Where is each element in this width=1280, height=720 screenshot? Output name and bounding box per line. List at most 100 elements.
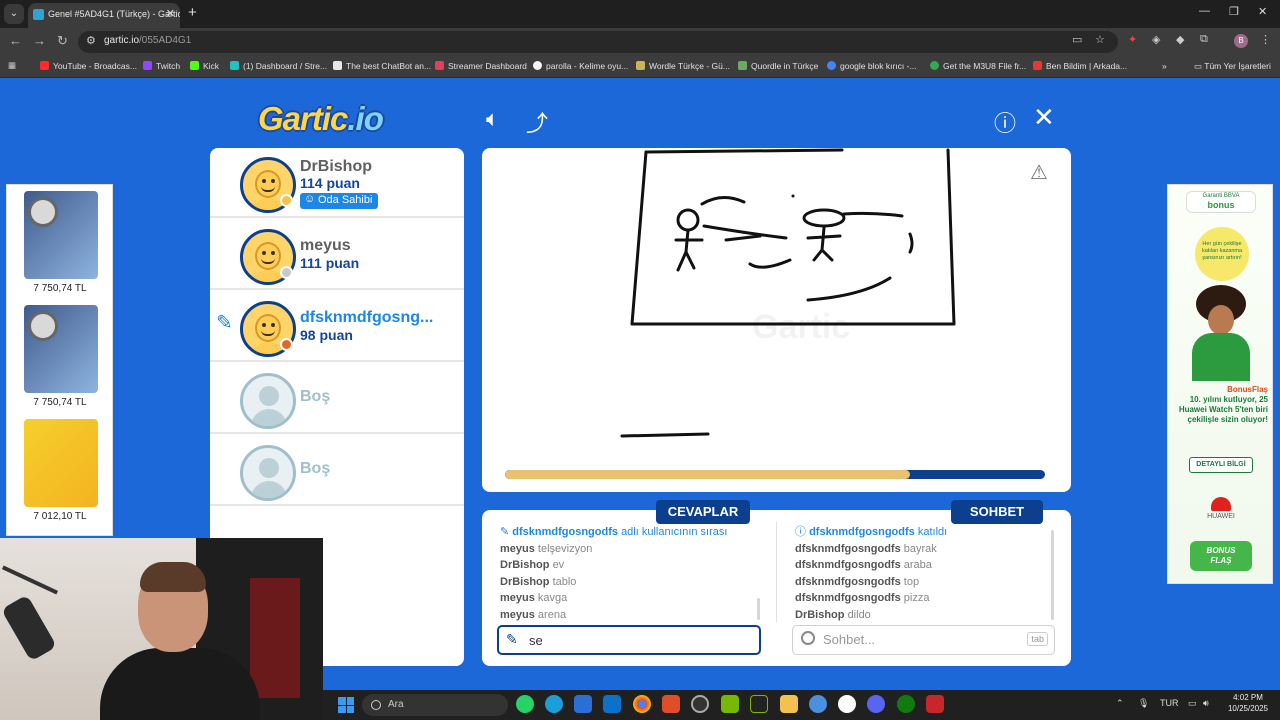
more-bookmarks-chevron-icon[interactable]: »: [1162, 61, 1167, 71]
site-info-icon[interactable]: ⚙: [86, 34, 96, 47]
message-user: DrBishop: [795, 608, 845, 621]
list-item: dfsknmdfgosngodfs araba: [795, 557, 1049, 574]
chrome-icon[interactable]: [633, 695, 651, 713]
geforce-icon[interactable]: [750, 695, 768, 713]
restore-button[interactable]: ❐: [1229, 5, 1239, 18]
pencil-icon: ✎: [216, 312, 233, 334]
answer-field[interactable]: ✎: [497, 625, 761, 655]
chat-scrollbar[interactable]: [1051, 530, 1054, 620]
bookmark-dashboard[interactable]: (1) Dashboard / Stre...: [230, 61, 327, 71]
message-text: arena: [537, 608, 567, 621]
discord-icon[interactable]: [867, 695, 885, 713]
menu-kebab-icon[interactable]: ⋮: [1260, 33, 1271, 46]
ad-product[interactable]: 7 750,74 TL: [10, 301, 110, 415]
bookmark-parolla[interactable]: parolla - Kelime oyu...: [533, 61, 628, 71]
player-row: meyus 111 puan: [210, 220, 464, 290]
minimize-button[interactable]: —: [1199, 5, 1210, 17]
whatsapp-icon[interactable]: [516, 695, 534, 713]
bookmark-youtube[interactable]: YouTube - Broadcas...: [40, 61, 137, 71]
bookmark-streamer-dashboard[interactable]: Streamer Dashboard: [435, 61, 527, 71]
bookmark-chatbot[interactable]: The best ChatBot an...: [333, 61, 431, 71]
file-explorer-icon[interactable]: [780, 695, 798, 713]
volume-icon[interactable]: 🔊︎: [1203, 698, 1209, 709]
bookmark-star-icon[interactable]: ☆: [1095, 33, 1105, 46]
address-bar[interactable]: ⚙ gartic.io/055AD4G1: [78, 31, 1118, 53]
bookmark-label: Streamer Dashboard: [448, 61, 527, 71]
windows-start-icon[interactable]: [338, 697, 354, 713]
network-icon[interactable]: ▭: [1188, 698, 1197, 709]
close-icon[interactable]: ✕: [1033, 102, 1055, 133]
language-indicator[interactable]: TUR: [1160, 698, 1179, 708]
close-window-button[interactable]: ✕: [1258, 5, 1267, 18]
all-bookmarks-folder[interactable]: ▭ Tüm Yer İşaretleri: [1194, 61, 1271, 72]
shield-extension-icon[interactable]: ◈: [1152, 33, 1160, 46]
install-app-icon[interactable]: ▭: [1072, 33, 1082, 46]
app-icon[interactable]: [662, 695, 680, 713]
ben-bildim-icon: [1033, 61, 1042, 70]
tray-chevron-icon[interactable]: ⌃: [1116, 698, 1124, 709]
edge-icon[interactable]: [545, 695, 563, 713]
bookmark-twitch[interactable]: Twitch: [143, 61, 180, 71]
empty-slot: Boş: [210, 364, 464, 434]
share-icon[interactable]: ⤴: [526, 106, 548, 138]
chat-input[interactable]: [823, 630, 1013, 648]
player-name: dfsknmdfgosng...: [300, 309, 434, 326]
yandex-icon[interactable]: [838, 695, 856, 713]
bookmark-label: Twitch: [156, 61, 181, 71]
outlook-icon[interactable]: [603, 695, 621, 713]
bookmark-ben-bildim[interactable]: Ben Bildim | Arkada...: [1033, 61, 1127, 71]
bookmark-m3u8[interactable]: Get the M3U8 File fr...: [930, 61, 1026, 71]
bookmark-google[interactable]: google blok kırıcı -...: [827, 61, 917, 71]
new-tab-button[interactable]: +: [188, 4, 197, 21]
apps-grid-icon[interactable]: ▦: [8, 60, 16, 71]
bookmark-quordle[interactable]: Quordle in Türkçe: [738, 61, 818, 71]
timer-progress-fill: [505, 470, 910, 479]
gartic-logo: Gartic.io: [258, 100, 384, 138]
report-warning-icon[interactable]: ⚠: [1030, 160, 1048, 185]
message-text: adlı kullanıcının sırası: [621, 526, 728, 538]
obs-icon[interactable]: [691, 695, 709, 713]
answers-scrollbar[interactable]: [757, 598, 760, 620]
reload-button[interactable]: ↻: [57, 33, 68, 49]
player-name: DrBishop: [300, 158, 372, 175]
promo-title: BonusFlaş: [1227, 385, 1268, 394]
bookmark-label: Kick: [203, 61, 220, 71]
drawing-canvas[interactable]: Gartic ⚠: [482, 148, 1071, 492]
tab-answers[interactable]: CEVAPLAR: [656, 500, 750, 524]
list-item: ✎ dfsknmdfgosngodfs adlı kullanıcının sı…: [500, 526, 728, 538]
microphone-tray-icon[interactable]: 🎙︎: [1138, 698, 1149, 709]
extensions-puzzle-icon[interactable]: ⧉: [1200, 33, 1208, 46]
extension-icon[interactable]: ✦: [1128, 33, 1137, 46]
drawing: Gartic: [620, 148, 956, 438]
answer-input[interactable]: [529, 631, 749, 649]
diamond-extension-icon[interactable]: ◆: [1176, 33, 1184, 46]
left-ad-banner[interactable]: 7 750,74 TL 7 750,74 TL 7 012,10 TL: [6, 184, 113, 536]
store-icon[interactable]: [574, 695, 592, 713]
voicemeeter-icon[interactable]: [926, 695, 944, 713]
ad-product[interactable]: 7 750,74 TL: [10, 187, 110, 301]
forward-button[interactable]: →: [33, 33, 46, 48]
speaker-icon[interactable]: 🔈︎: [486, 106, 499, 132]
bookmark-kick[interactable]: Kick: [190, 61, 219, 71]
bookmark-label: The best ChatBot an...: [346, 61, 432, 71]
xbox-icon[interactable]: [897, 695, 915, 713]
bookmark-wordle[interactable]: Wordle Türkçe - Gü...: [636, 61, 730, 71]
chat-field[interactable]: tab: [792, 625, 1055, 655]
system-clock[interactable]: 4:02 PM 10/25/2025: [1222, 692, 1274, 714]
profile-avatar[interactable]: B: [1234, 34, 1248, 48]
active-tab[interactable]: Genel #5AD4G1 (Türkçe) - Gartic ✕: [28, 3, 180, 28]
close-tab-icon[interactable]: ✕: [166, 3, 175, 26]
ad-product[interactable]: 7 012,10 TL: [10, 415, 110, 529]
nvidia-icon[interactable]: [721, 695, 739, 713]
tab-chat[interactable]: SOHBET: [951, 500, 1043, 524]
tab-search-button[interactable]: ⌄: [4, 4, 24, 24]
player-row: DrBishop 114 puan Oda Sahibi: [210, 148, 464, 218]
back-button[interactable]: ←: [9, 33, 22, 48]
right-ad-banner[interactable]: Garanti BBVA bonus Her gün çekilişe katıl…: [1167, 184, 1273, 584]
info-icon[interactable]: ⓘ: [994, 106, 1016, 138]
microphone-image: [1, 594, 57, 662]
app-blue-icon[interactable]: [809, 695, 827, 713]
detail-button[interactable]: DETAYLI BİLGİ: [1189, 457, 1253, 473]
taskbar-search[interactable]: Ara: [362, 694, 508, 716]
google-icon: [827, 61, 836, 70]
